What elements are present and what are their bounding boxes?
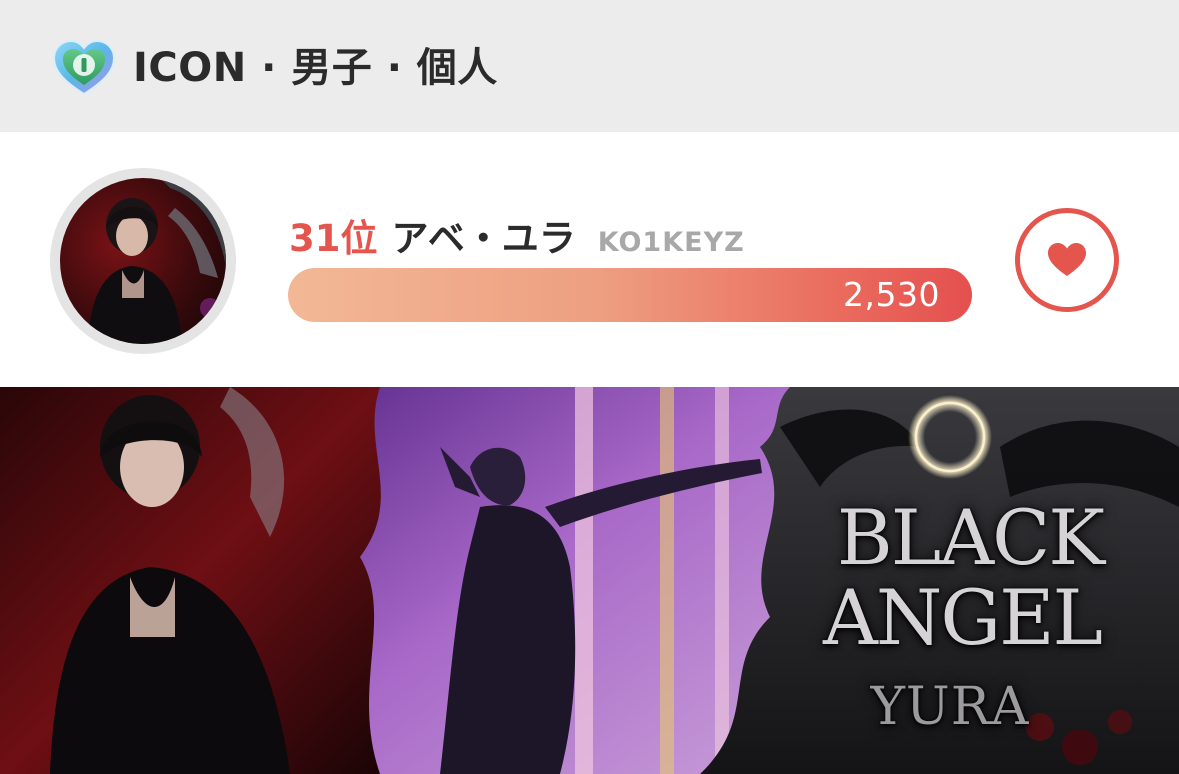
avatar-image: [60, 178, 226, 344]
banner-title-line1: BLACK: [836, 493, 1105, 582]
avatar[interactable]: [50, 168, 236, 354]
vote-heart-button[interactable]: [1015, 208, 1119, 312]
ranking-row[interactable]: 31位 アベ・ユラ KO1KEYZ 2,530: [0, 132, 1179, 387]
vote-count: 2,530: [843, 275, 940, 314]
banner-subtitle: YURA: [870, 677, 1030, 737]
heart-icon: [1048, 243, 1086, 276]
banner-title-line2: ANGEL: [822, 573, 1103, 662]
rank-info: 31位 アベ・ユラ KO1KEYZ: [289, 208, 745, 260]
artist-name[interactable]: アベ・ユラ: [392, 208, 576, 262]
rank-number: 31位: [289, 217, 378, 260]
icon-heart-badge-icon: [52, 38, 116, 98]
page-title: ICON · 男子 · 個人: [133, 45, 498, 91]
promo-banner[interactable]: BLACK ANGEL YURA: [0, 387, 1179, 774]
page-header: ICON · 男子 · 個人: [0, 0, 1179, 132]
vote-progress-bar: 2,530: [288, 268, 972, 322]
group-name: KO1KEYZ: [597, 227, 745, 258]
